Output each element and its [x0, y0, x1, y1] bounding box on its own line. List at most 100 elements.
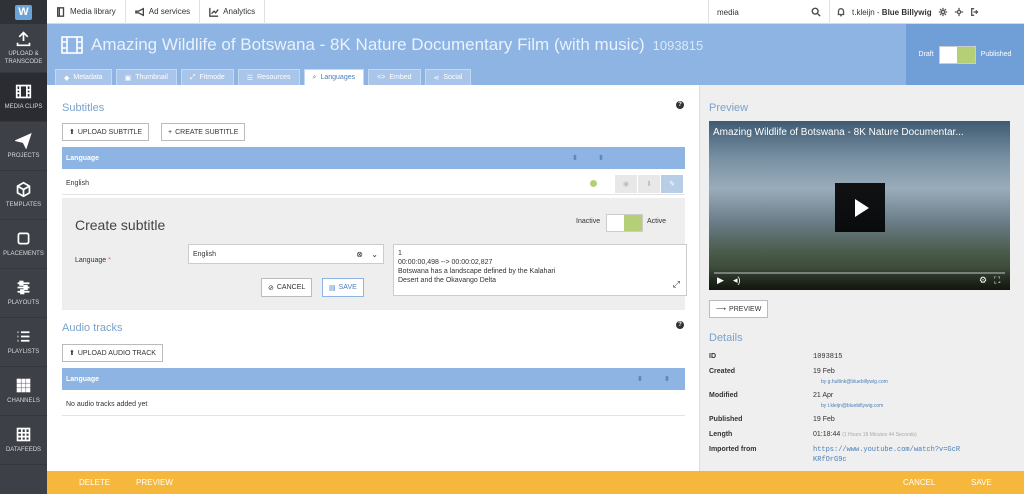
preview-button[interactable]: ⟶ PREVIEW — [709, 300, 769, 318]
film-icon — [15, 84, 32, 99]
footer-preview-button[interactable]: PREVIEW — [136, 478, 173, 487]
edit-icon[interactable]: ✎ — [661, 175, 683, 193]
app-logo[interactable]: W — [0, 0, 47, 24]
play-control-icon[interactable]: ▶ — [717, 275, 724, 286]
fullscreen-icon[interactable]: ⛶ — [994, 275, 1000, 286]
subtitle-text-area[interactable]: 1 00:00:00,498 --> 00:00:02,827 Botswana… — [393, 244, 687, 296]
upload-icon — [16, 31, 31, 47]
eye-icon[interactable]: ◉ — [615, 175, 637, 193]
help-icon[interactable]: ? — [676, 321, 684, 329]
create-subtitle-heading: Create subtitle — [75, 217, 166, 233]
search-input[interactable]: media — [717, 8, 739, 17]
square-icon — [17, 232, 30, 245]
gear-dropdown-icon[interactable] — [954, 7, 964, 17]
chevron-down-icon[interactable]: ⌄ — [371, 250, 378, 259]
nav-datafeeds[interactable]: DATAFEEDS — [0, 416, 47, 465]
nav-placements[interactable]: PLACEMENTS — [0, 220, 47, 269]
save-button[interactable]: ▤ SAVE — [322, 278, 364, 297]
ad-services-link[interactable]: Ad services — [126, 0, 201, 24]
nav-templates[interactable]: TEMPLATES — [0, 171, 47, 220]
video-player[interactable]: Amazing Wildlife of Botswana - 8K Nature… — [709, 121, 1010, 290]
nav-upload[interactable]: UPLOAD & TRANSCODE — [0, 24, 47, 73]
tab-embed[interactable]: <> Embed — [368, 69, 421, 85]
page-title: Amazing Wildlife of Botswana - 8K Nature… — [61, 35, 703, 55]
tab-metadata[interactable]: ◆ Metadata — [55, 69, 112, 85]
nav-projects[interactable]: PROJECTS — [0, 122, 47, 171]
book-icon — [57, 6, 65, 17]
grid-icon — [16, 378, 31, 393]
imported-url[interactable]: https://www.youtube.com/watch?v=GcRKRfOr… — [813, 446, 963, 466]
nav-label: TEMPLATES — [5, 201, 42, 208]
modified-by[interactable]: by t.kleijn@bluebillywig.com — [821, 403, 883, 409]
logout-icon[interactable] — [970, 7, 980, 17]
draft-label: Draft — [918, 51, 934, 58]
tab-social[interactable]: ⋖ Social — [424, 69, 472, 85]
left-navigation: W UPLOAD & TRANSCODE MEDIA CLIPS PROJECT… — [0, 0, 47, 494]
image-icon: ▣ — [124, 74, 132, 82]
play-button[interactable] — [835, 183, 885, 232]
tab-languages[interactable]: ⌕ Languages — [303, 69, 365, 85]
tab-resources[interactable]: ☰ Resources — [237, 69, 300, 85]
nav-playouts[interactable]: PLAYOUTS — [0, 269, 47, 318]
active-toggle[interactable] — [606, 214, 643, 232]
cancel-button[interactable]: ⊘ CANCEL — [261, 278, 313, 297]
settings-icon[interactable]: ⚙ — [979, 275, 987, 286]
table-icon — [16, 427, 31, 442]
publish-toggle[interactable] — [938, 45, 976, 64]
upload-icon: ⬆ — [69, 129, 75, 136]
nav-label: PLAYOUTS — [7, 299, 40, 306]
footer-save-button[interactable]: SAVE — [971, 478, 992, 487]
create-subtitle-panel: Create subtitle Inactive Active Language… — [62, 198, 687, 310]
help-icon[interactable]: ? — [676, 101, 684, 109]
nav-label: PLAYLISTS — [7, 348, 40, 355]
progress-bar[interactable] — [714, 272, 1005, 274]
volume-icon[interactable]: ◂) — [733, 275, 741, 286]
analytics-link[interactable]: Analytics — [200, 0, 266, 24]
bell-icon[interactable] — [836, 7, 846, 17]
search-icon[interactable] — [811, 7, 821, 17]
tab-bar: ◆ Metadata ▣ Thumbnail ⤢ Fitmode ☰ Resources… — [55, 69, 472, 85]
delete-button[interactable]: DELETE — [79, 478, 110, 487]
download-icon[interactable]: ⬇ — [638, 175, 660, 193]
expand-icon[interactable]: ⤢ — [673, 279, 680, 291]
clear-icon[interactable]: ⊗ — [356, 250, 363, 259]
language-select[interactable]: English ⊗ ⌄ — [188, 244, 384, 264]
film-icon — [61, 36, 83, 54]
audio-tracks-heading: Audio tracks — [62, 322, 123, 334]
id-value: 1093815 — [813, 353, 843, 361]
code-icon: <> — [377, 74, 386, 81]
upload-subtitle-button[interactable]: ⬆ UPLOAD SUBTITLE — [62, 123, 150, 141]
sort-icon[interactable]: ⬍ — [572, 154, 578, 162]
list-icon — [17, 331, 30, 342]
create-subtitle-button[interactable]: + CREATE SUBTITLE — [161, 123, 246, 141]
preview-heading: Preview — [709, 102, 749, 114]
tab-thumbnail[interactable]: ▣ Thumbnail — [115, 69, 177, 85]
status-dot — [590, 180, 597, 187]
gear-icon[interactable] — [938, 7, 948, 17]
language-field-label: Language * — [75, 257, 111, 264]
sort-icon[interactable]: ⬍ — [598, 154, 604, 162]
nav-channels[interactable]: CHANNELS — [0, 367, 47, 416]
nav-label: PLACEMENTS — [3, 250, 44, 257]
sort-icon[interactable]: ⬍ — [637, 375, 643, 383]
subtitles-heading: Subtitles — [62, 102, 105, 114]
user-name[interactable]: t.kleijn - Blue Billywig — [852, 8, 932, 17]
media-library-link[interactable]: Media library — [47, 0, 126, 24]
plus-icon: + — [168, 128, 173, 136]
tag-icon: ◆ — [64, 74, 70, 82]
tab-fitmode[interactable]: ⤢ Fitmode — [180, 69, 234, 85]
footer-cancel-button[interactable]: CANCEL — [903, 478, 935, 487]
nav-playlists[interactable]: PLAYLISTS — [0, 318, 47, 367]
table-row[interactable]: English ◉ ⬇ ✎ — [62, 173, 685, 195]
created-label: Created — [709, 368, 736, 375]
user-area: t.kleijn - Blue Billywig — [836, 0, 980, 24]
arrow-icon: ⟶ — [716, 306, 727, 313]
sort-icon[interactable]: ⬍ — [664, 375, 670, 383]
search-box[interactable]: media — [708, 0, 830, 24]
nav-media-clips[interactable]: MEDIA CLIPS — [0, 73, 47, 122]
created-by[interactable]: by g.hultink@bluebillywig.com — [821, 379, 888, 385]
main-content: Subtitles ? ⬆ UPLOAD SUBTITLE + CREATE SUB… — [47, 85, 699, 471]
modified-value: 21 Apr — [813, 392, 834, 399]
upload-audio-track-button[interactable]: ⬆ UPLOAD AUDIO TRACK — [62, 344, 163, 362]
nav-label: MEDIA CLIPS — [4, 103, 43, 110]
